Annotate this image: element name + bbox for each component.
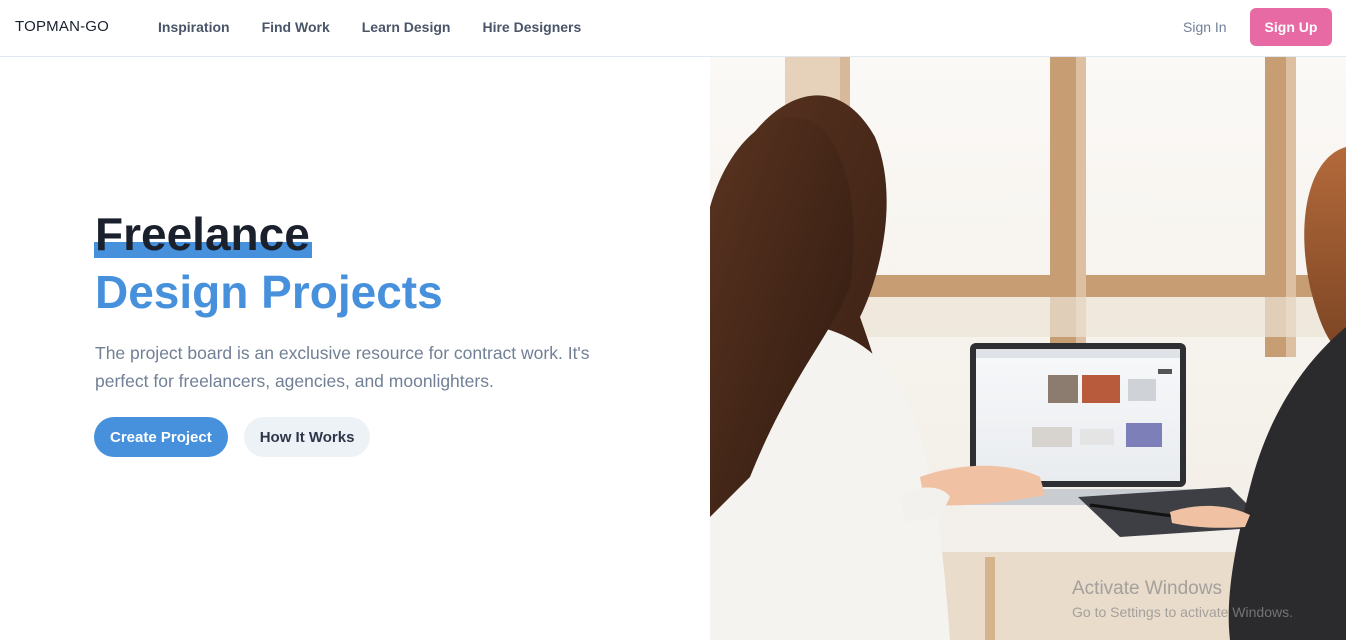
sign-in-link[interactable]: Sign In xyxy=(1183,19,1227,35)
sign-up-button[interactable]: Sign Up xyxy=(1250,8,1332,46)
hero-image xyxy=(710,57,1346,640)
hero-photo-illustration xyxy=(710,57,1346,640)
nav-inspiration[interactable]: Inspiration xyxy=(158,19,230,35)
main-nav: Inspiration Find Work Learn Design Hire … xyxy=(158,19,581,35)
create-project-button[interactable]: Create Project xyxy=(94,417,228,457)
top-navbar: TOPMAN-GO Inspiration Find Work Learn De… xyxy=(0,0,1346,57)
how-it-works-button[interactable]: How It Works xyxy=(243,417,371,457)
nav-learn-design[interactable]: Learn Design xyxy=(362,19,451,35)
hero-title-line1: Freelance xyxy=(94,205,312,263)
brand-logo[interactable]: TOPMAN-GO xyxy=(15,18,109,35)
nav-find-work[interactable]: Find Work xyxy=(262,19,330,35)
hero-headline: Freelance Design Projects xyxy=(94,205,443,321)
hero-subtitle: The project board is an exclusive resour… xyxy=(95,343,590,391)
nav-hire-designers[interactable]: Hire Designers xyxy=(482,19,581,35)
hero-actions: Create Project How It Works xyxy=(94,417,371,457)
hero-title-line2: Design Projects xyxy=(95,266,443,318)
hero-title-line1-text: Freelance xyxy=(95,208,310,260)
